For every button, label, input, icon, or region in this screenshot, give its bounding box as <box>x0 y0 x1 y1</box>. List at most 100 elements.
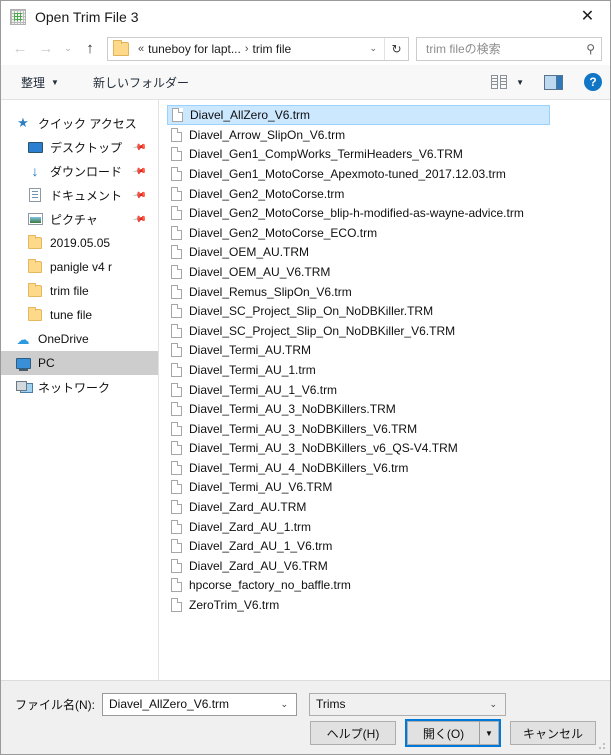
chevron-down-icon[interactable]: ⌄ <box>481 699 505 710</box>
file-list-item[interactable]: Diavel_SC_Project_Slip_On_NoDBKiller.TRM <box>167 301 610 321</box>
organize-button[interactable]: 整理 ▼ <box>15 70 65 95</box>
new-folder-button[interactable]: 新しいフォルダー <box>87 70 195 95</box>
sidebar-item-7[interactable]: trim file <box>1 279 158 303</box>
sidebar-item-1[interactable]: デスクトップ 📌 <box>1 135 158 159</box>
chevron-down-icon[interactable]: ⌄ <box>362 43 384 54</box>
sidebar-item-9[interactable]: ☁ OneDrive <box>1 327 158 351</box>
help-icon[interactable]: ? <box>584 73 602 91</box>
search-box[interactable]: trim fileの検索 ⚲ <box>416 36 602 61</box>
file-icon <box>171 147 182 162</box>
file-name: Diavel_Zard_AU_1.trm <box>189 519 312 534</box>
file-name: Diavel_Gen2_MotoCorse.trm <box>189 186 345 201</box>
sidebar-item-10[interactable]: PC <box>1 351 158 375</box>
open-dropdown-icon[interactable]: ▼ <box>479 721 499 745</box>
file-list-item[interactable]: ZeroTrim_V6.trm <box>167 595 610 615</box>
file-list-item[interactable]: Diavel_Termi_AU_V6.TRM <box>167 478 610 498</box>
file-name: hpcorse_factory_no_baffle.trm <box>189 578 351 593</box>
open-button[interactable]: 開く(O) <box>407 721 479 745</box>
file-list-item[interactable]: Diavel_Gen2_MotoCorse_blip-h-modified-as… <box>167 203 610 223</box>
sidebar-item-label: ネットワーク <box>38 380 111 395</box>
file-icon <box>171 598 182 613</box>
view-options-icon[interactable] <box>491 75 508 89</box>
file-list-item[interactable]: Diavel_Termi_AU_4_NoDBKillers_V6.trm <box>167 458 610 478</box>
file-list-item[interactable]: Diavel_Gen1_CompWorks_TermiHeaders_V6.TR… <box>167 145 610 165</box>
filename-input[interactable]: Diavel_AllZero_V6.trm ⌄ <box>102 692 297 716</box>
address-bar[interactable]: « tuneboy for lapt... › trim file ⌄ ↻ <box>107 36 409 61</box>
pin-icon[interactable]: 📌 <box>132 139 147 155</box>
breadcrumb-item-parent[interactable]: tuneboy for lapt... <box>148 42 241 56</box>
file-list-item[interactable]: Diavel_Termi_AU.TRM <box>167 341 610 361</box>
file-list-item[interactable]: Diavel_Termi_AU_1.trm <box>167 360 610 380</box>
file-list-item[interactable]: Diavel_Gen1_MotoCorse_Apexmoto-tuned_201… <box>167 164 610 184</box>
up-button[interactable]: ↑ <box>77 36 103 62</box>
recent-locations-button[interactable]: ⌄ <box>59 36 77 62</box>
sidebar-item-4[interactable]: ピクチャ 📌 <box>1 207 158 231</box>
file-name: Diavel_Zard_AU_1_V6.trm <box>189 539 333 554</box>
sidebar-item-label: デスクトップ <box>50 140 123 155</box>
download-icon-shape: ↓ <box>31 163 39 179</box>
breadcrumb-item-current[interactable]: trim file <box>253 42 292 56</box>
file-name: Diavel_Zard_AU_V6.TRM <box>189 558 328 573</box>
file-name: Diavel_Termi_AU_3_NoDBKillers_V6.TRM <box>189 421 418 436</box>
sidebar-item-5[interactable]: 2019.05.05 <box>1 231 158 255</box>
file-list-item[interactable]: Diavel_SC_Project_Slip_On_NoDBKiller_V6.… <box>167 321 610 341</box>
file-list-item[interactable]: Diavel_Termi_AU_1_V6.trm <box>167 380 610 400</box>
breadcrumb-overflow-icon[interactable]: « <box>134 43 148 55</box>
chevron-down-icon[interactable]: ▼ <box>516 78 524 87</box>
filename-label: ファイル名(N): <box>15 697 95 712</box>
back-button[interactable]: ← <box>7 36 33 62</box>
search-input[interactable]: trim fileの検索 <box>426 40 586 57</box>
app-grid-icon <box>10 8 26 25</box>
refresh-icon[interactable]: ↻ <box>384 37 408 60</box>
file-name: Diavel_Gen2_MotoCorse_ECO.trm <box>189 225 378 240</box>
sidebar-item-8[interactable]: tune file <box>1 303 158 327</box>
file-name: Diavel_Arrow_SlipOn_V6.trm <box>189 127 346 142</box>
file-type-filter[interactable]: Trims ⌄ <box>309 692 506 716</box>
document-icon <box>27 187 43 203</box>
sidebar-item-3[interactable]: ドキュメント 📌 <box>1 183 158 207</box>
file-list[interactable]: Diavel_AllZero_V6.trm Diavel_Arrow_SlipOn… <box>159 100 610 680</box>
sidebar-item-label: PC <box>38 356 55 370</box>
cancel-button[interactable]: キャンセル <box>510 721 596 745</box>
file-icon <box>171 225 182 240</box>
sidebar-item-2[interactable]: ↓ ダウンロード 📌 <box>1 159 158 183</box>
dialog-body: ★ クイック アクセス デスクトップ 📌 ↓ ダウンロード 📌 ドキュメント 📌 ピクチャ 📌 201… <box>1 100 610 680</box>
file-list-item[interactable]: Diavel_Termi_AU_3_NoDBKillers_V6.TRM <box>167 419 610 439</box>
file-list-item[interactable]: Diavel_OEM_AU.TRM <box>167 243 610 263</box>
file-icon <box>171 539 182 554</box>
file-list-item[interactable]: Diavel_AllZero_V6.trm <box>167 105 550 125</box>
file-list-item[interactable]: Diavel_Arrow_SlipOn_V6.trm <box>167 125 610 145</box>
preview-pane-icon[interactable] <box>544 74 563 90</box>
file-list-item[interactable]: Diavel_Remus_SlipOn_V6.trm <box>167 282 610 302</box>
close-icon[interactable]: ✕ <box>565 2 610 32</box>
chevron-down-icon[interactable]: ⌄ <box>272 699 296 710</box>
file-list-item[interactable]: Diavel_Gen2_MotoCorse_ECO.trm <box>167 223 610 243</box>
file-list-item[interactable]: Diavel_OEM_AU_V6.TRM <box>167 262 610 282</box>
forward-button[interactable]: → <box>33 36 59 62</box>
pin-icon[interactable]: 📌 <box>132 163 147 179</box>
file-name: Diavel_AllZero_V6.trm <box>190 108 311 122</box>
pin-icon[interactable]: 📌 <box>132 187 147 203</box>
file-list-item[interactable]: Diavel_Termi_AU_3_NoDBKillers.TRM <box>167 399 610 419</box>
file-icon <box>172 108 183 122</box>
title-bar: Open Trim File 3 ✕ <box>1 1 610 32</box>
file-list-item[interactable]: Diavel_Zard_AU.TRM <box>167 497 610 517</box>
file-icon <box>171 578 182 593</box>
filename-value: Diavel_AllZero_V6.trm <box>109 697 230 711</box>
sidebar-item-0[interactable]: ★ クイック アクセス <box>1 111 158 135</box>
file-list-item[interactable]: Diavel_Gen2_MotoCorse.trm <box>167 184 610 204</box>
file-list-item[interactable]: hpcorse_factory_no_baffle.trm <box>167 576 610 596</box>
file-list-item[interactable]: Diavel_Zard_AU_1_V6.trm <box>167 536 610 556</box>
download-icon: ↓ <box>27 163 43 179</box>
help-button[interactable]: ヘルプ(H) <box>310 721 396 745</box>
navigation-bar: ← → ⌄ ↑ « tuneboy for lapt... › trim fil… <box>1 32 610 65</box>
sidebar-item-6[interactable]: panigle v4 r <box>1 255 158 279</box>
pin-icon[interactable]: 📌 <box>132 211 147 227</box>
file-name: Diavel_Termi_AU_3_NoDBKillers.TRM <box>189 402 396 417</box>
resize-grip[interactable] <box>597 741 607 751</box>
file-list-item[interactable]: Diavel_Termi_AU_3_NoDBKillers_v6_QS-V4.T… <box>167 439 610 459</box>
file-name: Diavel_Termi_AU_1.trm <box>189 362 316 377</box>
sidebar-item-11[interactable]: ネットワーク <box>1 375 158 399</box>
file-list-item[interactable]: Diavel_Zard_AU_V6.TRM <box>167 556 610 576</box>
file-list-item[interactable]: Diavel_Zard_AU_1.trm <box>167 517 610 537</box>
